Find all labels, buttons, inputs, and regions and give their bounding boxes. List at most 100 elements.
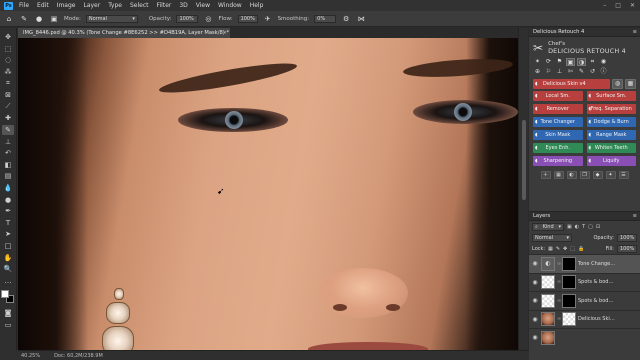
zoom-level[interactable]: 40.25%: [21, 351, 40, 360]
brush-tool-icon[interactable]: ✎: [2, 124, 14, 136]
image-canvas[interactable]: ➹: [18, 38, 518, 350]
layer-opacity-input[interactable]: 100%: [617, 233, 637, 242]
clone-stamp-tool-icon[interactable]: ⊥: [2, 136, 14, 147]
layer-thumbnail[interactable]: [541, 312, 555, 327]
layer-mask-thumbnail[interactable]: [562, 275, 576, 290]
layer-thumbnail[interactable]: ◐: [541, 256, 555, 271]
menu-view[interactable]: View: [196, 2, 210, 9]
quick-select-tool-icon[interactable]: ⁂: [2, 67, 14, 78]
lock-paint-icon[interactable]: ✎: [556, 246, 560, 252]
history-icon[interactable]: ↺: [588, 68, 597, 76]
layer-row[interactable]: ◉ ∞ Spots & body hair re...: [529, 291, 640, 310]
layer-row[interactable]: ◉: [529, 328, 640, 347]
brush-preset-picker[interactable]: ●: [34, 14, 44, 24]
layer-row[interactable]: ◉ ∞ Spots & body hair re...: [529, 272, 640, 292]
symmetry-icon[interactable]: ⋈: [356, 14, 366, 24]
add-icon[interactable]: ＋: [540, 171, 551, 179]
star-icon[interactable]: ✦: [605, 171, 616, 179]
quick-mask-icon[interactable]: ◙: [2, 308, 14, 319]
layer-mask-thumbnail[interactable]: [562, 256, 576, 271]
layer-toggle-icon[interactable]: ◑: [577, 58, 586, 66]
refresh-icon[interactable]: ⟳: [544, 58, 553, 66]
layers-menu-icon[interactable]: ≡: [633, 212, 637, 220]
eyedropper-tool-icon[interactable]: ⟋: [2, 102, 14, 113]
plugin-button-surface-sm[interactable]: ◖ Surface Sm.: [586, 91, 636, 101]
merge-icon[interactable]: ⊕: [533, 68, 542, 76]
layer-mask-thumbnail[interactable]: [562, 293, 576, 308]
crop-icon[interactable]: ⌗: [588, 58, 597, 66]
smoothing-input[interactable]: 0%: [314, 14, 337, 23]
mask-icon[interactable]: ▣: [566, 58, 575, 66]
scroll-thumb[interactable]: [522, 120, 526, 200]
brush-icon[interactable]: ✎: [577, 68, 586, 76]
menu-file[interactable]: File: [19, 2, 29, 9]
stamp-icon[interactable]: ⊥: [555, 68, 564, 76]
menu-filter[interactable]: Filter: [157, 2, 172, 9]
mask-link-icon[interactable]: ∞: [557, 316, 561, 322]
info-icon[interactable]: ⓘ: [599, 68, 608, 76]
path-selection-tool-icon[interactable]: ➤: [2, 229, 14, 240]
menu-layer[interactable]: Layer: [83, 2, 100, 9]
fill-input[interactable]: 100%: [617, 244, 637, 253]
opacity-input[interactable]: 100%: [176, 14, 199, 23]
blend-mode-select[interactable]: Normal ▾: [532, 233, 572, 242]
menu-icon[interactable]: ☰: [618, 171, 629, 179]
menu-3d[interactable]: 3D: [179, 2, 187, 9]
minimize-button[interactable]: –: [603, 2, 606, 9]
smart-filter-icon[interactable]: ⊡: [596, 224, 600, 230]
visibility-eye-icon[interactable]: ◉: [531, 260, 539, 267]
plugin-button-liquify[interactable]: ◖ Liquify: [586, 156, 636, 166]
airbrush-icon[interactable]: ✈: [263, 14, 273, 24]
maximize-button[interactable]: □: [615, 2, 621, 9]
plugin-button-local-sm[interactable]: ◖ Local Sm.: [533, 91, 583, 101]
layer-thumbnail[interactable]: [541, 293, 555, 308]
plugin-button-range-mask[interactable]: ◖ Range Mask: [586, 130, 636, 140]
skin-options-square-icon[interactable]: ▦: [625, 79, 636, 89]
menu-window[interactable]: Window: [218, 2, 242, 9]
visibility-eye-icon[interactable]: ◉: [531, 334, 539, 341]
mode-select[interactable]: Normal ▾: [85, 14, 138, 23]
lock-pixels-icon[interactable]: ▦: [548, 246, 553, 252]
menu-help[interactable]: Help: [250, 2, 264, 9]
visibility-eye-icon[interactable]: ◉: [531, 279, 539, 286]
frame-tool-icon[interactable]: ⊠: [2, 90, 14, 101]
dodge-tool-icon[interactable]: ●: [2, 194, 14, 205]
flow-input[interactable]: 100%: [237, 14, 258, 23]
mask-link-icon[interactable]: ∞: [557, 261, 561, 267]
grid-icon[interactable]: ▦: [553, 171, 564, 179]
bookmark-icon[interactable]: ⚑: [555, 58, 564, 66]
hand-tool-icon[interactable]: ✋: [2, 252, 14, 263]
menu-image[interactable]: Image: [57, 2, 76, 9]
kind-filter-select[interactable]: ⌕ Kind ▾: [532, 222, 564, 231]
layer-thumbnail[interactable]: [541, 330, 555, 345]
pixel-filter-icon[interactable]: ▣: [567, 224, 572, 230]
pressure-opacity-icon[interactable]: ◎: [203, 14, 213, 24]
document-tab[interactable]: IMG_8446.psd @ 40.3% (Tone Change #8E625…: [18, 28, 230, 38]
plugin-button-remover[interactable]: ◖ Remover: [533, 104, 583, 114]
adjustment-filter-icon[interactable]: ◐: [575, 224, 579, 230]
layer-row[interactable]: ◉◐∞ Tone Change #8E6...: [529, 254, 640, 273]
visibility-eye-icon[interactable]: ◉: [531, 316, 539, 323]
pen-tool-icon[interactable]: ✒: [2, 206, 14, 217]
gradient-tool-icon[interactable]: ▤: [2, 171, 14, 182]
flag-icon[interactable]: ⚐: [544, 68, 553, 76]
crop-tool-icon[interactable]: ⌗: [2, 78, 14, 89]
lasso-tool-icon[interactable]: ◌: [2, 55, 14, 66]
menu-select[interactable]: Select: [130, 2, 149, 9]
menu-type[interactable]: Type: [108, 2, 122, 9]
lock-artboard-icon[interactable]: ⬚: [570, 246, 575, 252]
eraser-tool-icon[interactable]: ◧: [2, 160, 14, 171]
move-tool-icon[interactable]: ✥: [2, 32, 14, 43]
type-tool-icon[interactable]: T: [2, 218, 14, 229]
settings-square-icon[interactable]: ◍: [612, 79, 623, 89]
plugin-button-skin-mask[interactable]: ◖ Skin Mask: [533, 130, 583, 140]
shape-filter-icon[interactable]: ▢: [588, 224, 593, 230]
foreground-color-swatch[interactable]: [1, 290, 9, 299]
color-swatches[interactable]: [1, 290, 15, 304]
close-tab-icon[interactable]: ×: [223, 28, 227, 38]
home-icon[interactable]: ⌂: [4, 14, 14, 24]
marquee-tool-icon[interactable]: ⬚: [2, 44, 14, 55]
type-filter-icon[interactable]: T: [582, 224, 585, 230]
plugin-button-dodge-burn[interactable]: ◖ Dodge & Burn: [586, 117, 636, 127]
wand-icon[interactable]: ✶: [533, 58, 542, 66]
